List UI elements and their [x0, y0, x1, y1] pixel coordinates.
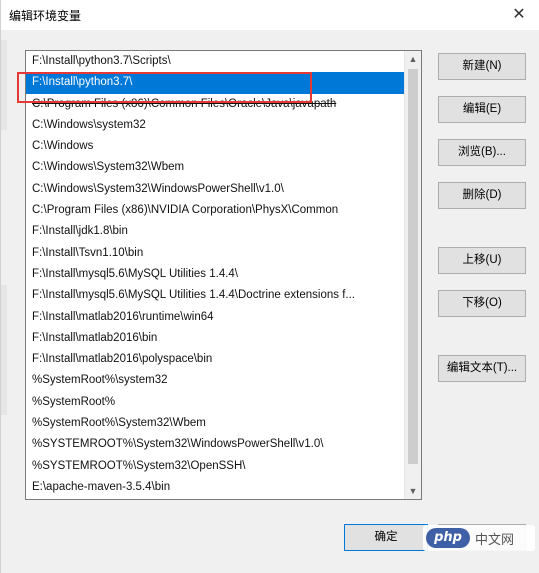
scroll-up-icon[interactable]: ▲ — [405, 51, 421, 67]
path-list-item[interactable]: %SystemRoot%\system32 — [26, 370, 406, 391]
path-list: F:\Install\python3.7\Scripts\ F:\Install\… — [26, 51, 406, 498]
vertical-scrollbar[interactable]: ▲ ▼ — [404, 51, 421, 499]
annotation-highlight-box — [17, 72, 312, 103]
move-down-button[interactable]: 下移(O) — [438, 290, 526, 317]
path-list-item[interactable]: F:\Install\matlab2016\runtime\win64 — [26, 307, 406, 328]
edit-text-button[interactable]: 编辑文本(T)... — [438, 355, 526, 382]
background-window-edge — [1, 40, 7, 130]
path-list-item[interactable]: %SystemRoot% — [26, 392, 406, 413]
watermark: php 中文网 — [423, 525, 535, 551]
path-list-item[interactable]: F:\Install\python3.7\Scripts\ — [26, 51, 406, 72]
path-list-item[interactable]: F:\Install\matlab2016\polyspace\bin — [26, 349, 406, 370]
path-list-item[interactable]: C:\Windows\System32\Wbem — [26, 157, 406, 178]
scroll-down-icon[interactable]: ▼ — [405, 483, 421, 499]
move-up-button[interactable]: 上移(U) — [438, 247, 526, 274]
path-list-item[interactable]: %SystemRoot%\System32\Wbem — [26, 413, 406, 434]
path-list-item[interactable]: C:\Program Files (x86)\NVIDIA Corporatio… — [26, 200, 406, 221]
path-list-item[interactable]: F:\Install\mysql5.6\MySQL Utilities 1.4.… — [26, 264, 406, 285]
path-list-item[interactable]: %SYSTEMROOT%\System32\WindowsPowerShell\… — [26, 434, 406, 455]
watermark-text: 中文网 — [475, 532, 515, 547]
background-window-edge — [1, 285, 7, 415]
title-bar: 编辑环境变量 ✕ — [1, 0, 539, 30]
edit-button[interactable]: 编辑(E) — [438, 96, 526, 123]
php-logo: php — [426, 528, 470, 548]
path-list-item[interactable]: C:\Windows\system32 — [26, 115, 406, 136]
new-button[interactable]: 新建(N) — [438, 53, 526, 80]
path-list-item[interactable]: F:\Install\Tsvn1.10\bin — [26, 243, 406, 264]
scrollbar-thumb[interactable] — [408, 69, 418, 464]
path-list-item[interactable]: C:\Windows\System32\WindowsPowerShell\v1… — [26, 179, 406, 200]
path-list-item[interactable]: F:\Install\matlab2016\bin — [26, 328, 406, 349]
dialog-title: 编辑环境变量 — [9, 9, 82, 23]
path-list-item[interactable]: C:\Windows — [26, 136, 406, 157]
path-list-item[interactable]: F:\Install\jdk1.8\bin — [26, 221, 406, 242]
ok-button[interactable]: 确定 — [344, 524, 428, 551]
close-icon[interactable]: ✕ — [504, 2, 534, 28]
path-list-item[interactable]: E:\apache-maven-3.5.4\bin — [26, 477, 406, 498]
path-listbox[interactable]: F:\Install\python3.7\Scripts\ F:\Install\… — [25, 50, 422, 500]
delete-button[interactable]: 删除(D) — [438, 182, 526, 209]
path-list-item[interactable]: %SYSTEMROOT%\System32\OpenSSH\ — [26, 456, 406, 477]
browse-button[interactable]: 浏览(B)... — [438, 139, 526, 166]
edit-env-var-dialog: 编辑环境变量 ✕ F:\Install\python3.7\Scripts\ F:… — [0, 0, 539, 573]
path-list-item[interactable]: F:\Install\mysql5.6\MySQL Utilities 1.4.… — [26, 285, 406, 306]
